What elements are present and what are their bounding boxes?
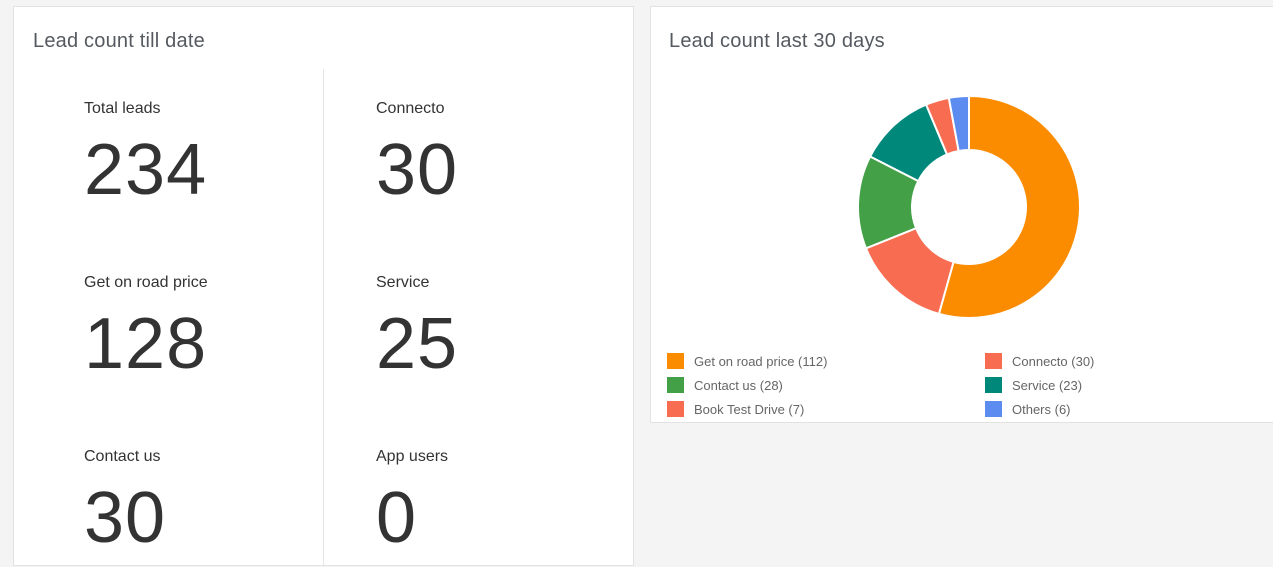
legend-swatch xyxy=(985,401,1002,417)
legend-item-contact-us[interactable]: Contact us (28) xyxy=(667,376,783,394)
stat-value: 128 xyxy=(84,304,208,384)
legend-swatch xyxy=(667,353,684,369)
stat-label: Service xyxy=(376,274,430,291)
stat-value: 234 xyxy=(84,130,208,210)
donut-chart-svg xyxy=(857,95,1081,319)
stat-label: Contact us xyxy=(84,448,161,465)
stat-total-leads: Total leads 234 xyxy=(84,100,324,210)
stat-connecto: Connecto 30 xyxy=(376,100,616,210)
legend-item-get-on-road-price[interactable]: Get on road price (112) xyxy=(667,352,827,370)
card-title: Lead count till date xyxy=(33,30,205,52)
legend-swatch xyxy=(667,401,684,417)
legend-item-connecto[interactable]: Connecto (30) xyxy=(985,352,1094,370)
legend-item-book-test-drive[interactable]: Book Test Drive (7) xyxy=(667,400,804,418)
legend-label: Others (6) xyxy=(1012,401,1071,417)
legend-label: Connecto (30) xyxy=(1012,353,1095,369)
stat-label: Total leads xyxy=(84,100,161,117)
stat-label: Get on road price xyxy=(84,274,208,291)
legend-label: Book Test Drive (7) xyxy=(694,401,805,417)
legend-label: Contact us (28) xyxy=(694,377,783,393)
lead-count-till-date-card: Lead count till date Total leads 234 Con… xyxy=(13,6,634,567)
stat-service: Service 25 xyxy=(376,274,616,384)
stat-value: 25 xyxy=(376,304,459,384)
stat-value: 30 xyxy=(376,130,459,210)
lead-count-last-30-days-card: Lead count last 30 days Get on road pric… xyxy=(650,6,1273,423)
stat-label: App users xyxy=(376,448,449,465)
legend-swatch xyxy=(985,353,1002,369)
legend-swatch xyxy=(667,377,684,393)
chart-title: Lead count last 30 days xyxy=(669,30,885,52)
donut-chart xyxy=(857,95,1081,319)
stat-value: 0 xyxy=(376,478,418,558)
stat-value: 30 xyxy=(84,478,167,558)
stat-label: Connecto xyxy=(376,100,445,117)
legend-label: Service (23) xyxy=(1012,377,1083,393)
chart-legend: Get on road price (112) Connecto (30) Co… xyxy=(667,352,1273,424)
legend-swatch xyxy=(985,377,1002,393)
stat-contact-us: Contact us 30 xyxy=(84,448,324,558)
legend-item-service[interactable]: Service (23) xyxy=(985,376,1082,394)
legend-item-others[interactable]: Others (6) xyxy=(985,400,1071,418)
legend-label: Get on road price (112) xyxy=(694,353,828,369)
stat-get-on-road-price: Get on road price 128 xyxy=(84,274,324,384)
stat-app-users: App users 0 xyxy=(376,448,616,558)
